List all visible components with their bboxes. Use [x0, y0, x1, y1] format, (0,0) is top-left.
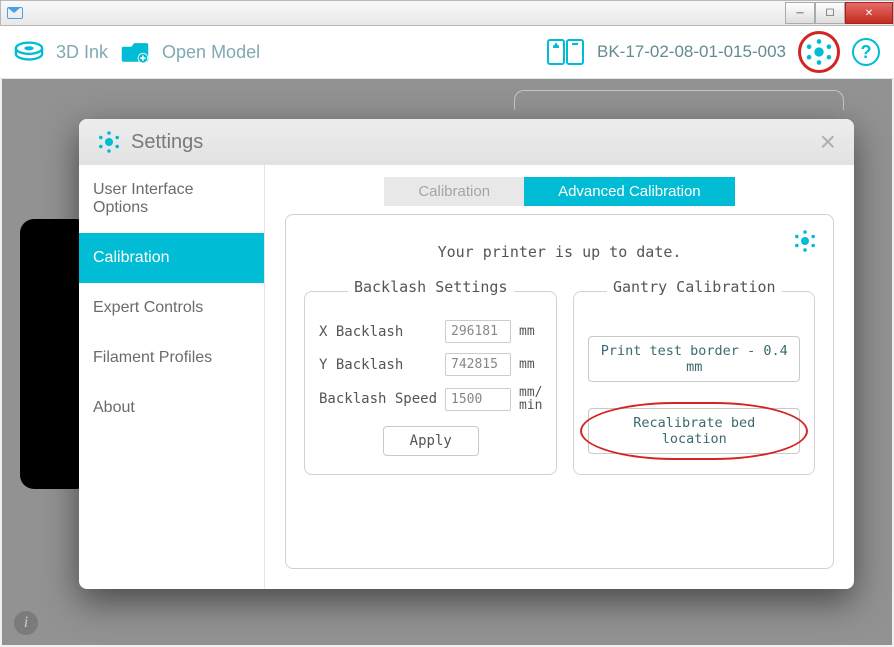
backlash-speed-input[interactable] [445, 388, 511, 411]
settings-content: Calibration Advanced Calibration Your pr… [265, 165, 854, 589]
calibration-panel: Your printer is up to date. Backlash Set… [285, 214, 834, 569]
maximize-button[interactable]: ☐ [815, 2, 845, 24]
unit-mm: mm [519, 325, 535, 338]
sidebar-item-ui-options[interactable]: User Interface Options [79, 165, 264, 233]
ink-label[interactable]: 3D Ink [56, 42, 108, 63]
backlash-title: Backlash Settings [348, 278, 514, 296]
gantry-calibration-box: Gantry Calibration Print test border - 0… [573, 291, 815, 475]
unit-mm: mm [519, 358, 535, 371]
app-icon [7, 7, 23, 19]
sidebar-item-calibration[interactable]: Calibration [79, 233, 264, 283]
unit-mm-min: mm/min [519, 386, 542, 412]
apply-button[interactable]: Apply [383, 426, 479, 456]
highlight-circle [798, 31, 840, 73]
gear-icon[interactable] [793, 229, 817, 253]
minimize-button[interactable]: ─ [785, 2, 815, 24]
gantry-title: Gantry Calibration [607, 278, 782, 296]
recalibrate-bed-button[interactable]: Recalibrate bed location [588, 408, 800, 454]
settings-button[interactable] [798, 31, 840, 73]
modal-title: Settings [131, 131, 203, 154]
app-header: 3D Ink Open Model BK-17-02-08-01-015-003… [0, 26, 894, 79]
print-test-border-button[interactable]: Print test border - 0.4 mm [588, 336, 800, 382]
window-titlebar: ─ ☐ ✕ [0, 0, 894, 26]
backlash-speed-label: Backlash Speed [319, 391, 437, 407]
background-panel-edge [514, 90, 844, 110]
open-model-label[interactable]: Open Model [162, 42, 260, 63]
settings-modal: Settings × User Interface Options Calibr… [79, 119, 854, 589]
printer-status: Your printer is up to date. [304, 243, 815, 261]
device-id: BK-17-02-08-01-015-003 [597, 42, 786, 62]
sidebar-item-expert-controls[interactable]: Expert Controls [79, 283, 264, 333]
ink-spool-icon [14, 37, 44, 67]
help-button[interactable]: ? [852, 38, 880, 66]
modal-header: Settings × [79, 119, 854, 165]
window-close-button[interactable]: ✕ [845, 2, 893, 24]
dashboard-icon[interactable] [547, 39, 585, 65]
info-button[interactable]: i [14, 611, 38, 635]
tab-calibration[interactable]: Calibration [384, 177, 524, 206]
x-backlash-input[interactable] [445, 320, 511, 343]
settings-sidebar: User Interface Options Calibration Exper… [79, 165, 265, 589]
x-backlash-label: X Backlash [319, 324, 437, 340]
modal-close-button[interactable]: × [820, 126, 836, 158]
sidebar-item-about[interactable]: About [79, 383, 264, 433]
gear-icon [97, 130, 121, 154]
backlash-settings-box: Backlash Settings X Backlash mm Y Backla… [304, 291, 557, 475]
y-backlash-label: Y Backlash [319, 357, 437, 373]
y-backlash-input[interactable] [445, 353, 511, 376]
sidebar-item-filament-profiles[interactable]: Filament Profiles [79, 333, 264, 383]
folder-icon [120, 39, 150, 65]
tab-advanced-calibration[interactable]: Advanced Calibration [524, 177, 735, 206]
